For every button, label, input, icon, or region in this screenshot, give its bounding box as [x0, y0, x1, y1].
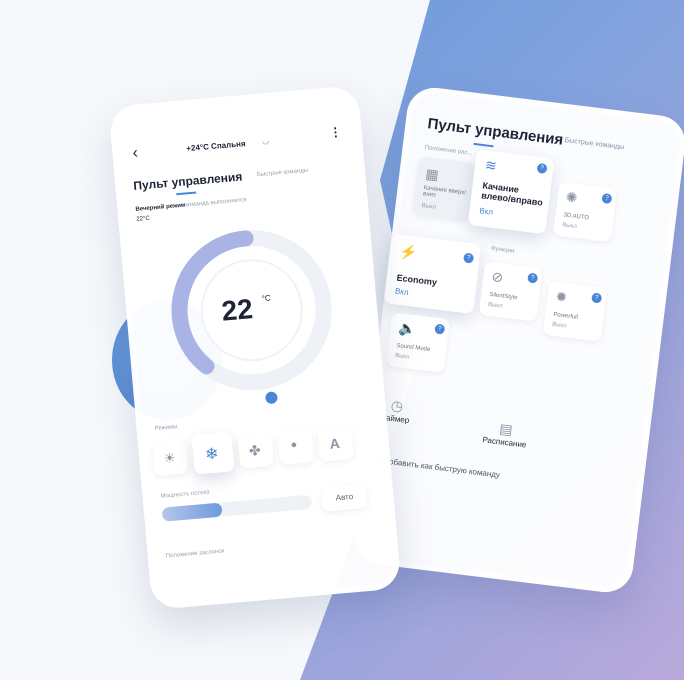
shutter-position-label: Положение заслонок — [165, 548, 225, 560]
info-badge[interactable]: ? — [527, 272, 539, 284]
screen-title: Пульт управления — [132, 169, 243, 193]
add-quick-command-label: Добавить как быструю команду — [383, 456, 501, 480]
mode-fan[interactable]: ✤ — [237, 431, 275, 469]
auto-icon: A — [328, 435, 341, 452]
wifi-icon: ◡ — [261, 136, 270, 146]
info-badge[interactable]: ? — [536, 162, 548, 174]
info-badge[interactable]: ? — [601, 192, 613, 205]
fan-power-label: Мощность потока — [160, 489, 210, 500]
info-badge[interactable]: ? — [434, 323, 446, 335]
modes-row: ☀ ❄ ✤ ● A — [151, 419, 377, 478]
drop-icon: ● — [290, 438, 298, 452]
tile-powerful[interactable]: ✹ Powerfull Выкл ? — [542, 281, 607, 342]
tile-title: Economy — [396, 272, 438, 288]
grid-icon: ▦ — [424, 165, 440, 183]
tab-quick-commands[interactable]: Быстрые команды — [257, 168, 309, 178]
tile-3d-auto[interactable]: ✺ 3D AUTO Выкл ? — [553, 181, 618, 243]
add-quick-command-button[interactable]: ☆ Добавить как быструю команду — [374, 455, 501, 479]
sun-icon: ☀ — [162, 449, 177, 467]
fan-icon: ✤ — [248, 441, 262, 459]
tile-state: Вкл — [394, 286, 410, 298]
tile-silent[interactable]: ⊘ SilentStyle Выкл ? — [478, 261, 543, 322]
tile-horizontal-swing[interactable]: ≋ Качание влево/вправо Вкл ? — [467, 149, 555, 235]
tile-title: 3D AUTO — [563, 212, 590, 222]
mode-dry[interactable]: ● — [277, 428, 315, 466]
functions-label: Функции — [490, 245, 515, 255]
modes-label: Режимы — [154, 424, 178, 433]
tile-state: Выкл — [394, 352, 410, 361]
shutter-section-label: Положение рас... — [424, 144, 473, 157]
mute-icon: ⊘ — [490, 268, 505, 286]
tab-underline — [176, 191, 197, 196]
tile-state: Выкл — [421, 203, 437, 211]
tile-vertical-swing[interactable]: ▦ Качание вверх/вниз Выкл — [412, 156, 478, 222]
tab-underline — [473, 142, 494, 148]
bolt-icon: ⚡ — [399, 242, 419, 261]
fan-power-fill — [161, 502, 223, 522]
swing-icon: ≋ — [484, 156, 498, 174]
left-phone: ‹ +24°C Спальня ◡ ⋮ Пульт управления Быс… — [108, 85, 402, 610]
fan-auto-button[interactable]: Авто — [320, 483, 369, 512]
sound-icon: 🔈 — [397, 319, 417, 338]
fan-power-slider[interactable] — [161, 494, 313, 522]
dial-handle[interactable] — [264, 391, 278, 405]
schedule-button[interactable]: ▤ Расписание — [482, 418, 529, 449]
evening-mode-label: Вечерний режим — [135, 202, 186, 213]
more-icon[interactable]: ⋮ — [329, 125, 342, 140]
info-badge[interactable]: ? — [463, 252, 475, 264]
screen-title: Пульт управления — [426, 115, 565, 149]
tile-title: Качание вверх/вниз — [422, 185, 467, 199]
tile-economy[interactable]: ⚡ Economy Вкл ? — [383, 233, 482, 315]
back-icon[interactable]: ‹ — [132, 144, 139, 162]
tile-state: Вкл — [478, 206, 494, 217]
evening-mode-sub: команда выполняется — [185, 197, 247, 209]
info-badge[interactable]: ? — [591, 292, 603, 304]
right-phone: Пульт управления Быстрые команды Положен… — [351, 84, 684, 596]
mode-heat[interactable]: ☀ — [151, 439, 189, 477]
tile-state: Выкл — [551, 321, 567, 330]
mode-cool[interactable]: ❄ — [191, 431, 235, 475]
clock-icon: ◷ — [389, 396, 405, 415]
tile-title: Качание влево/вправо — [480, 180, 544, 208]
room-title: +24°C Спальня — [186, 139, 246, 154]
tile-state: Выкл — [561, 222, 578, 231]
snowflake-icon: ❄ — [204, 445, 220, 464]
tab-quick-commands[interactable]: Быстрые команды — [564, 137, 624, 151]
sun-icon: ✹ — [554, 288, 569, 306]
tile-title: Powerfull — [552, 311, 579, 321]
evening-mode-temp: 22°C — [136, 215, 151, 223]
sparkle-icon: ✺ — [564, 188, 579, 206]
temperature-value: 22 — [220, 293, 255, 327]
tile-title: SilentStyle — [488, 291, 518, 302]
mode-auto[interactable]: A — [317, 424, 355, 462]
tile-sound[interactable]: 🔈 Sound Mode Выкл ? — [385, 312, 450, 373]
temperature-unit: °C — [261, 293, 272, 304]
tile-state: Выкл — [487, 301, 503, 310]
tile-title: Sound Mode — [395, 342, 431, 354]
